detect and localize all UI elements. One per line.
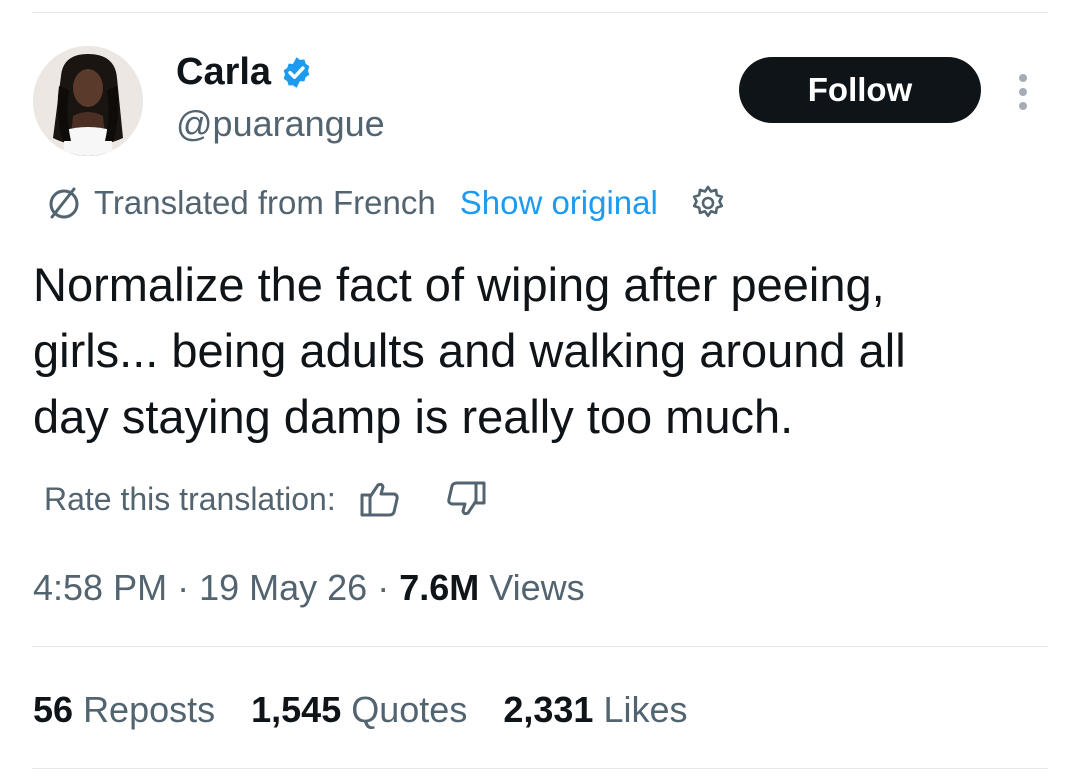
more-options-icon[interactable] [1016, 74, 1030, 110]
meta-separator: · [377, 567, 400, 608]
reposts-label: Reposts [83, 689, 216, 730]
thumbs-up-icon[interactable] [358, 477, 402, 521]
follow-button[interactable]: Follow [739, 57, 981, 123]
thumbs-down-icon[interactable] [444, 477, 488, 521]
stats-divider-top [32, 646, 1048, 647]
meta-separator: · [177, 567, 200, 608]
likes-label: Likes [603, 689, 688, 730]
translation-bar: Translated from French Show original [44, 180, 728, 226]
quotes-label: Quotes [351, 689, 468, 730]
show-original-link[interactable]: Show original [460, 184, 658, 222]
author-name-row: Carla [176, 52, 314, 92]
verified-badge-icon [279, 55, 314, 90]
reposts-count: 56 [33, 689, 74, 730]
author-handle[interactable]: @puarangue [176, 104, 385, 144]
likes-count: 2,331 [503, 689, 594, 730]
avatar[interactable] [33, 46, 143, 156]
tweet-date[interactable]: 19 May 26 [199, 567, 367, 608]
translated-note: Translated from French [94, 184, 436, 221]
reposts-stat[interactable]: 56 Reposts [33, 688, 215, 732]
likes-stat[interactable]: 2,331 Likes [503, 688, 687, 732]
gear-icon[interactable] [688, 183, 728, 223]
profile-photo-icon [33, 46, 143, 156]
rate-translation-label: Rate this translation: [44, 480, 336, 517]
views-label: Views [489, 567, 585, 608]
author-name[interactable]: Carla [176, 52, 271, 92]
views-count: 7.6M [399, 567, 480, 608]
quotes-count: 1,545 [251, 689, 342, 730]
quotes-stat[interactable]: 1,545 Quotes [251, 688, 467, 732]
rate-translation-row: Rate this translation: [44, 474, 488, 524]
translate-icon [49, 187, 79, 219]
stats-divider-bottom [32, 768, 1048, 769]
tweet-metadata: 4:58 PM · 19 May 26 · 7.6M Views [33, 566, 585, 610]
tweet-text: Normalize the fact of wiping after peein… [33, 258, 906, 443]
engagement-stats: 56 Reposts 1,545 Quotes 2,331 Likes [33, 688, 723, 732]
top-divider [32, 12, 1048, 13]
tweet-detail: Carla @puarangue Follow Translated from … [0, 0, 1080, 780]
tweet-time[interactable]: 4:58 PM [33, 567, 167, 608]
